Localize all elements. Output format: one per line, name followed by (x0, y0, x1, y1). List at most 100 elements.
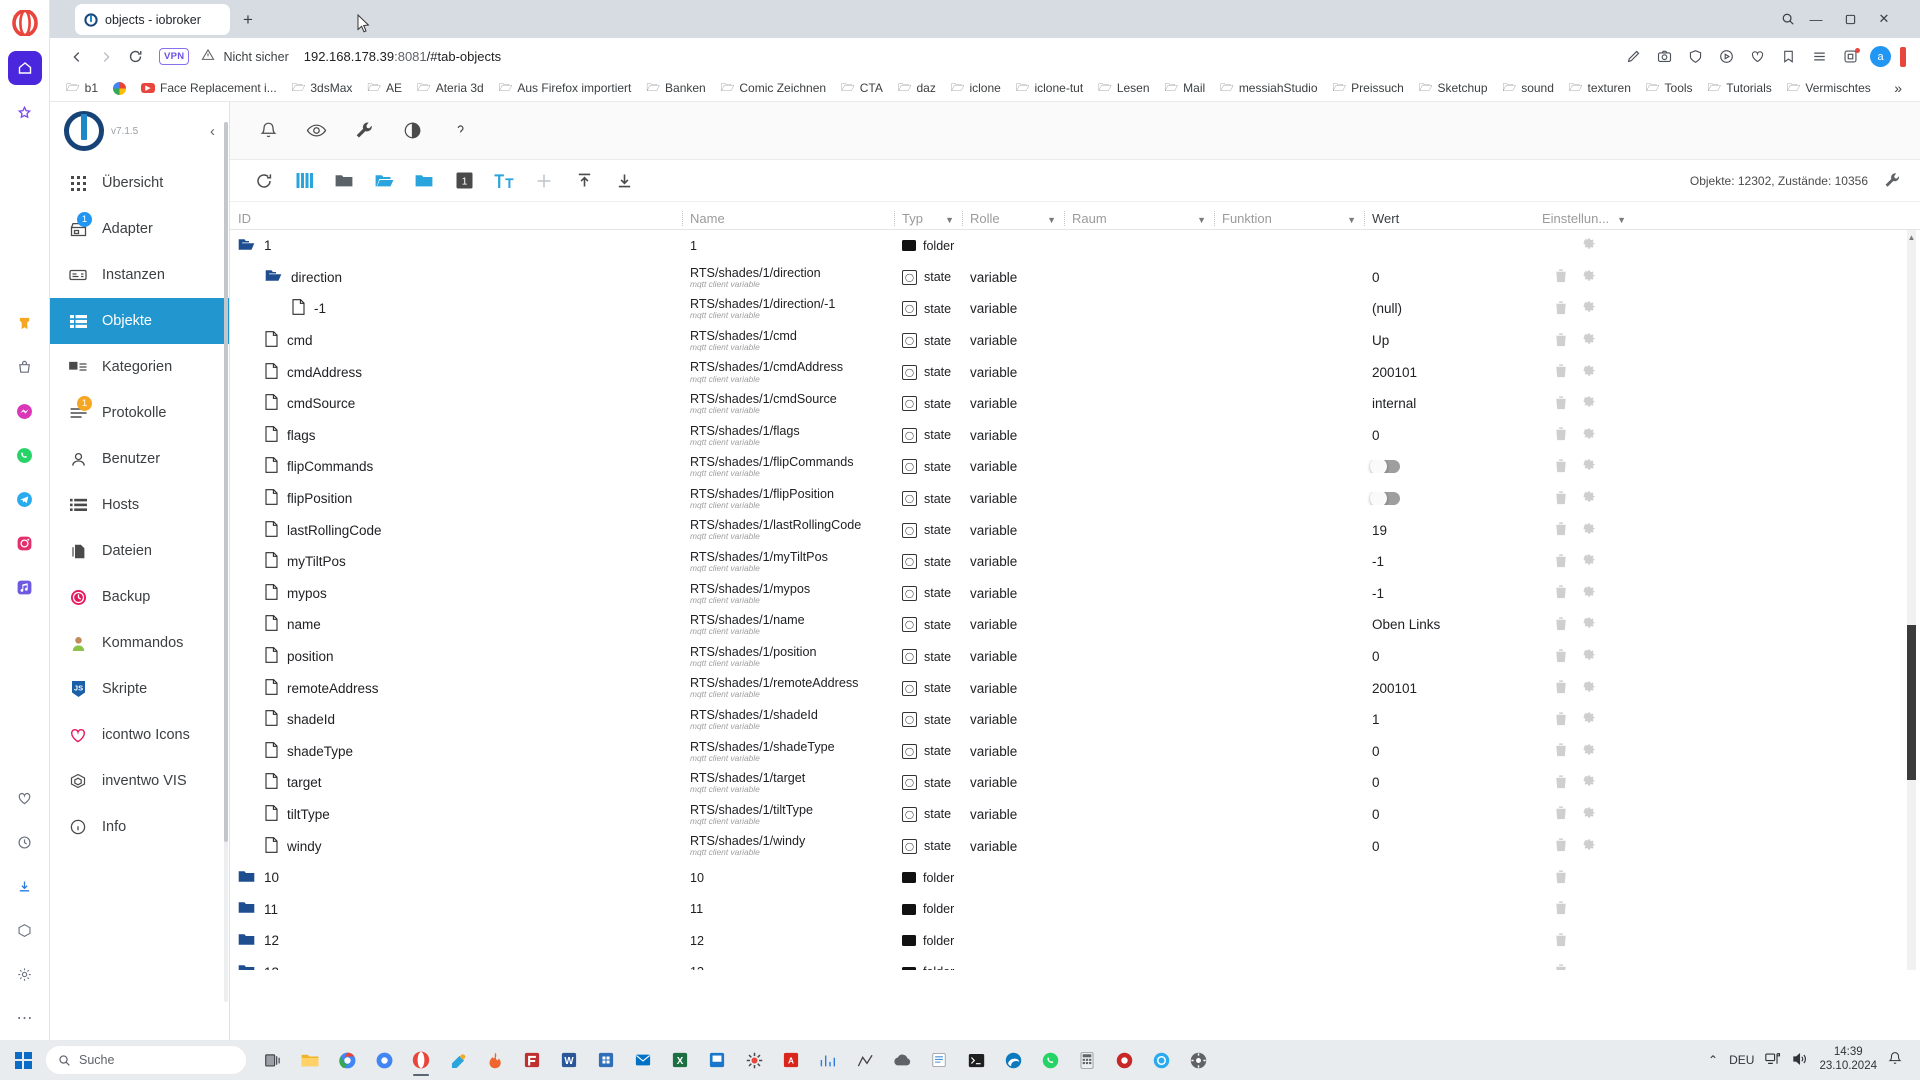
window-close-button[interactable]: ✕ (1872, 8, 1896, 30)
outlook-icon[interactable] (626, 1043, 660, 1077)
delete-row-button[interactable] (1554, 805, 1568, 823)
row-wert-cell[interactable]: 0 (1364, 649, 1534, 664)
theme-icon[interactable] (400, 119, 424, 143)
row-id-cell[interactable]: direction (230, 269, 682, 285)
opera-gx-icon[interactable] (1144, 1043, 1178, 1077)
row-id-cell[interactable]: cmdSource (230, 394, 682, 413)
bookmark-item[interactable]: 🗁 CTA (835, 77, 889, 100)
row-id-cell[interactable]: 12 (230, 933, 682, 949)
column-header-wert[interactable]: Wert (1364, 211, 1534, 226)
delete-row-button[interactable] (1554, 490, 1568, 508)
sidebar-item-skripte[interactable]: JS Skripte (50, 666, 229, 712)
row-wert-cell[interactable]: Up (1364, 333, 1534, 348)
table-row[interactable]: 11 11 folder (230, 893, 1920, 925)
bookmark-icon[interactable] (1777, 46, 1799, 68)
collapse-all-icon[interactable] (324, 164, 364, 198)
row-wert-cell[interactable]: 0 (1364, 270, 1534, 285)
row-id-cell[interactable]: name (230, 615, 682, 634)
delete-row-button[interactable] (1554, 426, 1568, 444)
delete-row-button[interactable] (1554, 584, 1568, 602)
depth-1-icon[interactable]: 1 (444, 164, 484, 198)
row-id-cell[interactable]: windy (230, 836, 682, 856)
reload-button[interactable] (122, 44, 148, 70)
row-settings-button[interactable] (1582, 332, 1596, 349)
column-header-rolle[interactable]: Rolle ▼ (962, 211, 1064, 226)
sidebar-item-objekte[interactable]: Objekte (50, 298, 229, 344)
table-scrollbar-thumb[interactable] (1907, 625, 1916, 780)
chevron-down-icon[interactable]: ▼ (1047, 215, 1056, 225)
bookmark-item[interactable]: 🗁 iclone (945, 77, 1007, 100)
table-row[interactable]: cmd RTS/shades/1/cmd mqtt client variable ◯… (230, 325, 1920, 357)
tools-app-icon[interactable] (737, 1043, 771, 1077)
favorites-icon[interactable] (8, 781, 42, 815)
row-id-cell[interactable]: flags (230, 426, 682, 445)
taskbar-clock[interactable]: 14:39 23.10.2024 (1819, 1046, 1877, 1073)
bookmark-item[interactable]: 🗁 Ateria 3d (411, 77, 490, 100)
row-wert-cell[interactable]: 0 (1364, 744, 1534, 759)
row-wert-cell[interactable]: 200101 (1364, 365, 1534, 380)
table-row[interactable]: flipPosition RTS/shades/1/flipPosition mqt… (230, 483, 1920, 515)
bookmark-item[interactable]: 🗁 Tools (1640, 77, 1699, 100)
row-id-cell[interactable]: mypos (230, 583, 682, 603)
row-id-cell[interactable]: flipPosition (230, 489, 682, 508)
opera-home-button[interactable] (7, 51, 42, 85)
bookmark-item[interactable]: 🗁 Vermischtes (1781, 77, 1877, 100)
table-row[interactable]: windy RTS/shades/1/windy mqtt client varia… (230, 830, 1920, 862)
wrench-icon[interactable] (1878, 167, 1906, 195)
row-settings-button[interactable] (1582, 427, 1596, 444)
extensions-icon[interactable] (8, 913, 42, 947)
bookmark-item[interactable]: 🗁 3dsMax (286, 77, 359, 100)
terminal-icon[interactable] (959, 1043, 993, 1077)
store-icon[interactable] (589, 1043, 623, 1077)
column-header-raum[interactable]: Raum ▼ (1064, 211, 1214, 226)
music-player-icon[interactable] (8, 570, 42, 604)
row-wert-cell[interactable]: 1 (1364, 712, 1534, 727)
column-header-funktion[interactable]: Funktion ▼ (1214, 211, 1364, 226)
delete-row-button[interactable] (1554, 869, 1568, 887)
chevron-down-icon[interactable]: ▼ (945, 215, 954, 225)
row-wert-cell[interactable]: 0 (1364, 428, 1534, 443)
table-row[interactable]: target RTS/shades/1/target mqtt client var… (230, 767, 1920, 799)
calculator-icon[interactable] (1070, 1043, 1104, 1077)
taskbar-search-input[interactable]: Suche (46, 1046, 246, 1074)
table-row[interactable]: cmdAddress RTS/shades/1/cmdAddress mqtt cl… (230, 356, 1920, 388)
eye-icon[interactable] (304, 119, 328, 143)
sidebar-item-benutzer[interactable]: Benutzer (50, 436, 229, 482)
row-settings-button[interactable] (1582, 269, 1596, 286)
chevron-down-icon[interactable]: ▼ (1197, 215, 1206, 225)
row-settings-button[interactable] (1582, 490, 1596, 507)
bookmark-item[interactable]: 🗁 sound (1497, 77, 1560, 100)
network-icon[interactable] (1765, 1052, 1781, 1069)
delete-row-button[interactable] (1554, 616, 1568, 634)
table-row[interactable]: shadeId RTS/shades/1/shadeId mqtt client v… (230, 704, 1920, 736)
table-row[interactable]: shadeType RTS/shades/1/shadeType mqtt clie… (230, 736, 1920, 768)
sidebar-item-info[interactable]: Info (50, 804, 229, 850)
sidebar-item-icontwo-icons[interactable]: icontwo Icons (50, 712, 229, 758)
row-wert-cell[interactable]: -1 (1364, 554, 1534, 569)
bookmark-item[interactable]: 🗁 daz (892, 77, 942, 100)
delete-row-button[interactable] (1554, 395, 1568, 413)
row-id-cell[interactable]: 10 (230, 870, 682, 886)
start-button[interactable] (6, 1045, 40, 1075)
delete-row-button[interactable] (1554, 711, 1568, 729)
delete-row-button[interactable] (1554, 521, 1568, 539)
telegram-icon[interactable] (8, 482, 42, 516)
bookmark-item[interactable]: ▶ Face Replacement i... (135, 79, 283, 97)
table-row[interactable]: mypos RTS/shades/1/mypos mqtt client varia… (230, 578, 1920, 610)
row-id-cell[interactable]: remoteAddress (230, 678, 682, 698)
row-settings-button[interactable] (1582, 522, 1596, 539)
sidebar-item-kategorien[interactable]: Kategorien (50, 344, 229, 390)
filezilla-icon[interactable] (515, 1043, 549, 1077)
bookmark-item[interactable]: 🗁 Tutorials (1702, 77, 1778, 100)
chrome-icon[interactable] (330, 1043, 364, 1077)
text-size-icon[interactable] (484, 164, 524, 198)
new-tab-button[interactable]: + (238, 10, 258, 30)
browser-tab[interactable]: objects - iobroker (75, 4, 230, 35)
row-wert-cell[interactable]: 0 (1364, 807, 1534, 822)
expand-all-icon[interactable] (364, 164, 404, 198)
cloud-app-icon[interactable] (885, 1043, 919, 1077)
tray-chevron-icon[interactable]: ⌃ (1708, 1053, 1718, 1067)
delete-row-button[interactable] (1554, 837, 1568, 855)
sidebar-item-protokolle[interactable]: 1 Protokolle (50, 390, 229, 436)
bookmark-item[interactable]: 🗁 Aus Firefox importiert (493, 77, 638, 100)
